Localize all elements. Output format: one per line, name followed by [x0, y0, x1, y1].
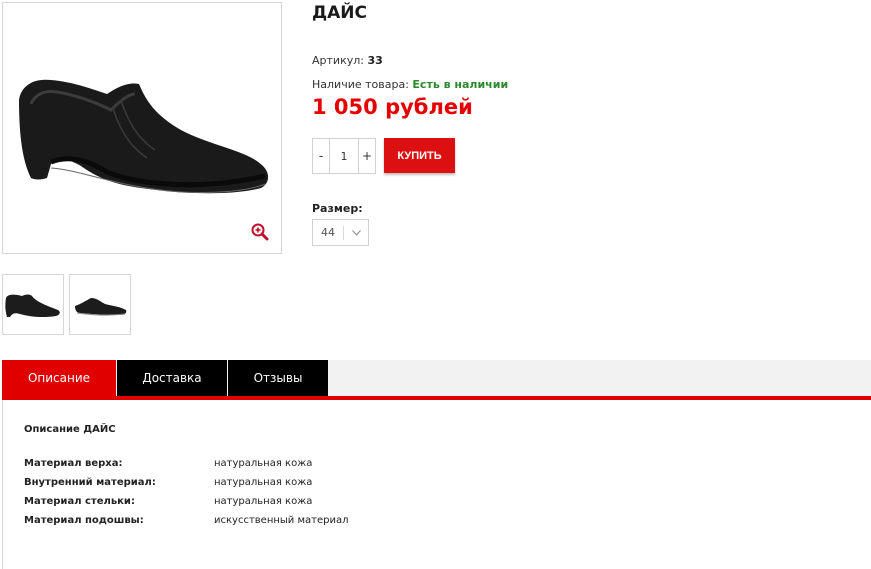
quantity-decrease-button[interactable]: -	[313, 139, 329, 173]
size-label: Размер:	[312, 202, 363, 215]
tab-content-description: Описание ДАЙС Материал верха: натуральна…	[2, 400, 871, 569]
article-value: 33	[367, 54, 383, 67]
spec-name: Материал подошвы:	[24, 515, 144, 526]
tab-description[interactable]: Описание	[2, 360, 116, 396]
size-selected-value: 44	[313, 225, 344, 240]
spec-value: натуральная кожа	[214, 458, 313, 469]
product-title: ДАЙС	[312, 3, 368, 23]
tab-reviews[interactable]: Отзывы	[228, 360, 328, 396]
article-label: Артикул:	[312, 54, 364, 67]
shoe-thumbnail-image	[5, 294, 60, 317]
zoom-in-icon[interactable]	[251, 223, 269, 241]
product-tabs: Описание Доставка Отзывы	[2, 360, 871, 400]
buy-button[interactable]: КУПИТЬ	[384, 138, 455, 173]
quantity-increase-button[interactable]: +	[359, 139, 375, 173]
product-thumbnail-1[interactable]	[2, 274, 64, 335]
availability-row: Наличие товара: Есть в наличии	[312, 78, 508, 91]
article-row: Артикул: 33	[312, 54, 383, 67]
availability-label: Наличие товара:	[312, 78, 409, 91]
description-title: Описание ДАЙС	[24, 424, 116, 435]
spec-value: натуральная кожа	[214, 496, 313, 507]
size-select[interactable]: 44	[312, 219, 369, 246]
product-thumbnail-2[interactable]	[69, 274, 131, 335]
spec-name: Внутренний материал:	[24, 477, 156, 488]
availability-status: Есть в наличии	[412, 78, 509, 91]
quantity-stepper: - +	[312, 138, 376, 174]
quantity-input[interactable]	[329, 139, 359, 173]
spec-name: Материал верха:	[24, 458, 123, 469]
tab-delivery[interactable]: Доставка	[117, 360, 227, 396]
spec-value: натуральная кожа	[214, 477, 313, 488]
chevron-down-icon	[344, 229, 368, 236]
shoe-side-thumbnail-image	[75, 297, 127, 316]
spec-value: искусственный материал	[214, 515, 349, 526]
spec-name: Материал стельки:	[24, 496, 135, 507]
shoe-image	[19, 79, 269, 194]
product-main-image[interactable]	[2, 2, 282, 254]
product-price: 1 050 рублей	[312, 95, 473, 119]
